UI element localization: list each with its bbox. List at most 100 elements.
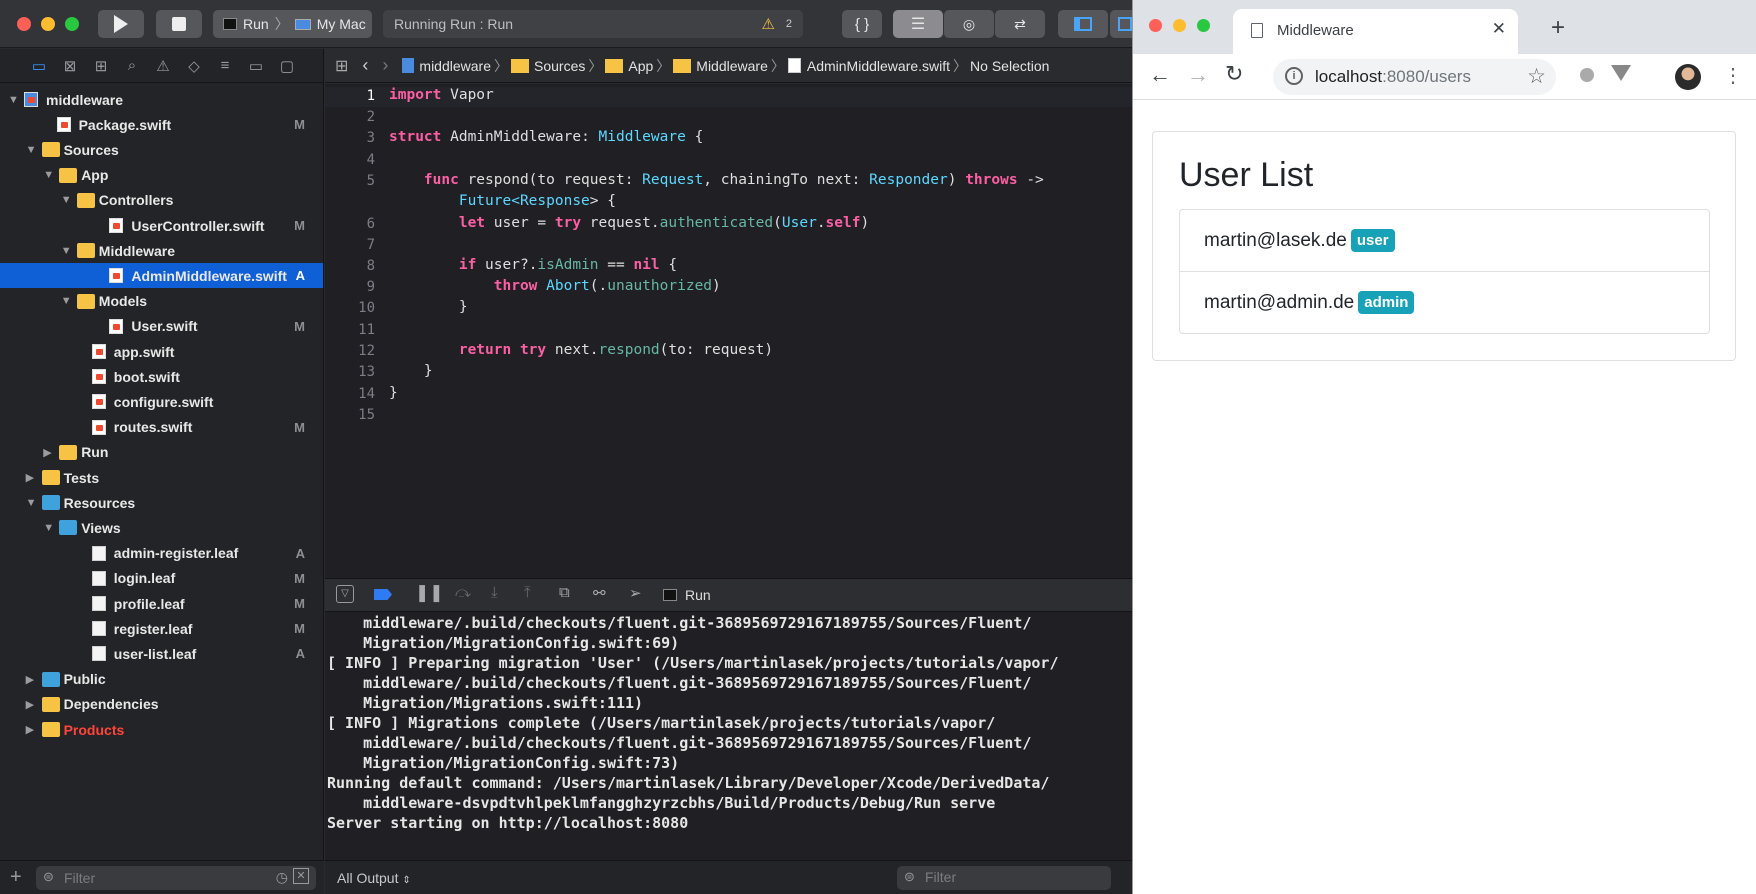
navigator-item[interactable]: ▼ Sources xyxy=(0,137,323,162)
source-editor[interactable]: 1 2 3 4 5 6 7 8 9 10 11 12 13 14 15 impo… xyxy=(325,84,1132,578)
console-output[interactable]: middleware/.build/checkouts/fluent.git-3… xyxy=(325,612,1132,860)
hide-debug-area-icon[interactable]: ▽ xyxy=(336,585,354,603)
address-bar[interactable]: i localhost:8080/users ☆ xyxy=(1273,59,1556,95)
bookmark-star-icon[interactable]: ☆ xyxy=(1527,64,1546,89)
scheme-selector[interactable]: Run 〉 My Mac xyxy=(213,10,372,38)
disclosure-expanded-icon[interactable]: ▼ xyxy=(8,94,19,106)
close-window-button[interactable] xyxy=(1149,19,1162,32)
disclosure-expanded-icon[interactable]: ▼ xyxy=(26,497,37,509)
navigator-item[interactable]: register.leaf M xyxy=(0,616,323,641)
breadcrumb-project[interactable]: middleware xyxy=(419,58,491,74)
forward-icon[interactable]: → xyxy=(1187,62,1209,88)
minimize-window-button[interactable] xyxy=(1173,19,1186,32)
navigator-item[interactable]: user-list.leaf A xyxy=(0,641,323,666)
reload-icon[interactable]: ↻ xyxy=(1225,61,1243,87)
disclosure-expanded-icon[interactable]: ▼ xyxy=(61,295,72,307)
disclosure-expanded-icon[interactable]: ▼ xyxy=(43,169,54,181)
disclosure-expanded-icon[interactable]: ▼ xyxy=(26,144,37,156)
new-tab-icon[interactable]: + xyxy=(1551,14,1565,42)
warning-icon[interactable]: ⚠ xyxy=(762,15,775,33)
debug-icon[interactable]: ≡ xyxy=(214,56,236,76)
output-selector[interactable]: All Output ⇕ xyxy=(337,870,411,886)
navigator-item[interactable]: ▶ Tests xyxy=(0,465,323,490)
folder-icon[interactable]: ▭ xyxy=(28,56,50,76)
navigator-toggle-button[interactable] xyxy=(1058,10,1108,38)
breadcrumb-selection[interactable]: No Selection xyxy=(970,58,1049,74)
disclosure-expanded-icon[interactable]: ▼ xyxy=(61,194,72,206)
navigator-filter-input[interactable]: ⊜ Filter ◷ ✕ xyxy=(36,866,316,890)
breadcrumb-file[interactable]: AdminMiddleware.swift xyxy=(807,58,950,74)
zoom-window-button[interactable] xyxy=(65,17,79,31)
step-out-icon[interactable]: ⤒ xyxy=(524,584,531,601)
navigator-item[interactable]: AdminMiddleware.swift A xyxy=(0,263,323,289)
navigator-item[interactable]: ▼ middleware xyxy=(0,87,323,112)
disclosure-collapsed-icon[interactable]: ▶ xyxy=(26,698,34,711)
pause-icon[interactable]: ❚❚ xyxy=(415,583,444,603)
navigator-item[interactable]: boot.swift xyxy=(0,364,323,389)
run-button[interactable] xyxy=(98,10,144,38)
navigator-item[interactable]: app.swift xyxy=(0,339,323,364)
issues-filter-icon[interactable]: ✕ xyxy=(293,868,309,884)
navigator-item[interactable]: ▶ Dependencies xyxy=(0,692,323,717)
navigator-item[interactable]: User.swift M xyxy=(0,314,323,339)
navigator-item[interactable]: admin-register.leaf A xyxy=(0,541,323,566)
disclosure-collapsed-icon[interactable]: ▶ xyxy=(43,446,51,459)
console-filter-input[interactable]: ⊜ Filter xyxy=(897,866,1111,890)
navigator-item[interactable]: ▼ Views xyxy=(0,515,323,540)
browser-tab[interactable]: Middleware ✕ xyxy=(1233,9,1518,54)
disclosure-expanded-icon[interactable]: ▼ xyxy=(61,245,72,257)
debug-target-label[interactable]: Run xyxy=(685,587,711,603)
step-into-icon[interactable]: ⤓ xyxy=(491,584,498,601)
close-tab-icon[interactable]: ✕ xyxy=(1492,19,1506,39)
navigator-item[interactable]: ▼ App xyxy=(0,163,323,188)
search-icon[interactable]: ⌕ xyxy=(121,56,143,76)
disclosure-collapsed-icon[interactable]: ▶ xyxy=(26,471,34,484)
library-button[interactable]: { } xyxy=(842,10,882,38)
navigator-item[interactable]: ▼ Resources xyxy=(0,490,323,515)
vue-devtools-icon[interactable] xyxy=(1611,65,1631,81)
simulate-location-icon[interactable]: ➢ xyxy=(629,584,642,602)
back-icon[interactable]: ‹ xyxy=(362,55,368,76)
navigator-item[interactable]: routes.swift M xyxy=(0,415,323,440)
forward-icon[interactable]: › xyxy=(382,55,388,76)
navigator-item[interactable]: ▶ Products xyxy=(0,717,323,742)
navigator-item[interactable]: login.leaf M xyxy=(0,566,323,591)
memory-graph-icon[interactable]: ⚯ xyxy=(593,584,606,602)
related-items-icon[interactable]: ⊞ xyxy=(335,56,348,76)
step-over-icon[interactable]: ⤼ xyxy=(455,584,471,601)
disclosure-collapsed-icon[interactable]: ▶ xyxy=(26,673,34,686)
source-control-icon[interactable]: ⊠ xyxy=(59,56,81,76)
version-editor-button[interactable]: ⇄ xyxy=(995,10,1045,38)
navigator-item[interactable]: configure.swift xyxy=(0,389,323,414)
breadcrumb-sources[interactable]: Sources xyxy=(534,58,585,74)
add-icon[interactable]: + xyxy=(10,866,22,889)
standard-editor-button[interactable]: ☰ xyxy=(893,10,943,38)
recent-icon[interactable]: ◷ xyxy=(276,869,288,886)
view-hierarchy-icon[interactable]: ⧉ xyxy=(559,584,570,601)
breakpoints-toggle-icon[interactable] xyxy=(374,589,392,600)
close-window-button[interactable] xyxy=(17,17,31,31)
back-icon[interactable]: ← xyxy=(1149,62,1171,88)
assistant-editor-button[interactable]: ◎ xyxy=(944,10,994,38)
navigator-item[interactable]: ▼ Middleware xyxy=(0,238,323,263)
stop-button[interactable] xyxy=(156,10,202,38)
test-icon[interactable]: ◇ xyxy=(183,56,205,76)
navigator-item[interactable]: profile.leaf M xyxy=(0,591,323,616)
breadcrumb-middleware[interactable]: Middleware xyxy=(696,58,768,74)
issue-icon[interactable]: ⚠ xyxy=(152,56,174,76)
debug-area-toggle-button[interactable] xyxy=(1110,10,1132,38)
extension-icon[interactable] xyxy=(1580,68,1594,82)
disclosure-collapsed-icon[interactable]: ▶ xyxy=(26,723,34,736)
zoom-window-button[interactable] xyxy=(1197,19,1210,32)
breadcrumb-app[interactable]: App xyxy=(628,58,653,74)
navigator-item[interactable]: ▼ Controllers xyxy=(0,188,323,213)
disclosure-expanded-icon[interactable]: ▼ xyxy=(43,522,54,534)
minimize-window-button[interactable] xyxy=(41,17,55,31)
avatar[interactable] xyxy=(1675,64,1701,90)
navigator-item[interactable]: ▶ Run xyxy=(0,440,323,465)
navigator-item[interactable]: Package.swift M xyxy=(0,112,323,137)
symbol-icon[interactable]: ⊞ xyxy=(90,56,112,76)
navigator-item[interactable]: ▶ Public xyxy=(0,667,323,692)
menu-icon[interactable]: ⋮ xyxy=(1723,63,1743,88)
breakpoint-icon[interactable]: ▭ xyxy=(245,56,267,76)
